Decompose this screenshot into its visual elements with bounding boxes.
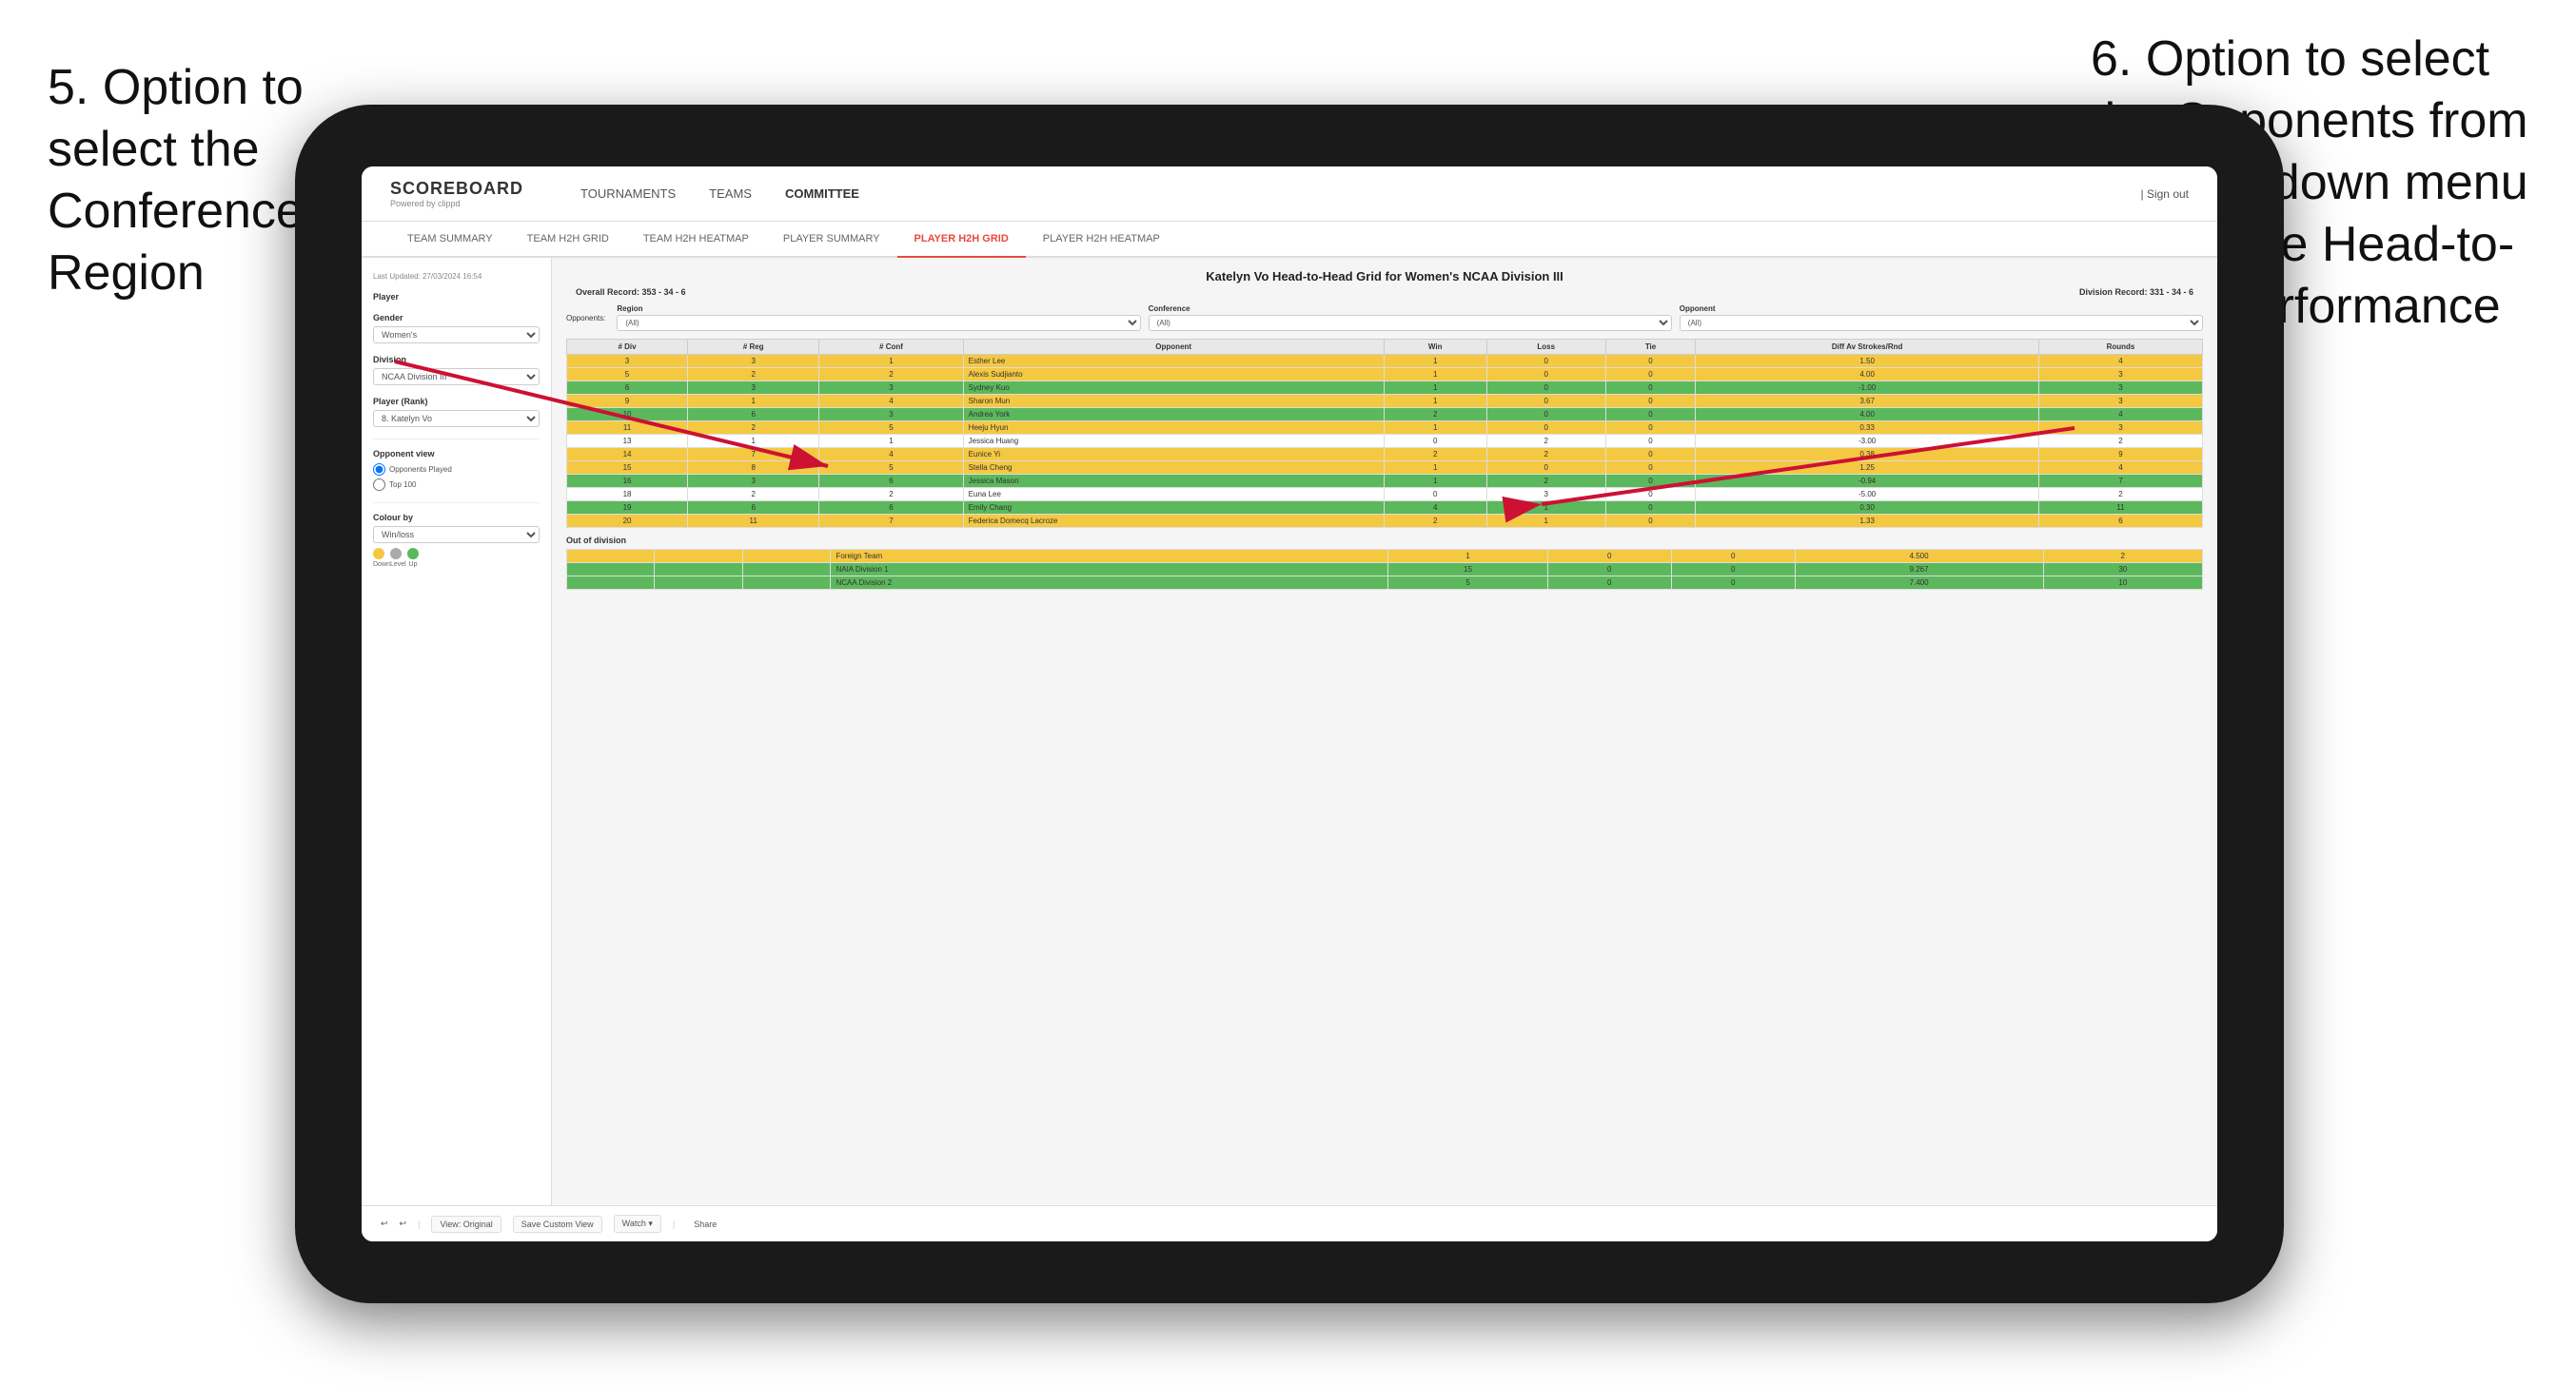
filter-region-group: Region (All) <box>617 304 1140 331</box>
sidebar-radio-group: Opponents Played Top 100 <box>373 463 540 491</box>
filter-opponent-label: Opponent <box>1680 304 2203 313</box>
col-win: Win <box>1384 340 1486 355</box>
table-row: 1125Heeju Hyun1000.333 <box>567 421 2203 435</box>
bottom-toolbar: ↩ ↩ | View: Original Save Custom View Wa… <box>552 1205 2217 1241</box>
filter-opponent-group: Opponent (All) <box>1680 304 2203 331</box>
sidebar: Last Updated: 27/03/2024 16:54 Player Ge… <box>362 258 552 1241</box>
subnav-team-summary[interactable]: TEAM SUMMARY <box>390 222 510 258</box>
sidebar-division-select[interactable]: NCAA Division III <box>373 368 540 385</box>
table-row: 1822Euna Lee030-5.002 <box>567 488 2203 501</box>
report-area: Katelyn Vo Head-to-Head Grid for Women's… <box>552 258 2217 1241</box>
dot-yellow <box>373 548 384 559</box>
table-row: 20117Federica Domecq Lacroze2101.336 <box>567 515 2203 528</box>
table-row: 1311Jessica Huang020-3.002 <box>567 435 2203 448</box>
sidebar-player-rank-select[interactable]: 8. Katelyn Vo <box>373 410 540 427</box>
opponents-label: Opponents: <box>566 314 605 322</box>
filter-conference-label: Conference <box>1149 304 1672 313</box>
subnav-player-summary[interactable]: PLAYER SUMMARY <box>766 222 897 258</box>
table-row: Foreign Team1004.5002 <box>567 550 2203 563</box>
share-btn[interactable]: Share <box>686 1217 724 1232</box>
sidebar-gender-label: Gender <box>373 313 540 322</box>
sidebar-player-section: Player <box>373 292 540 302</box>
sidebar-player-label: Player <box>373 292 540 302</box>
table-row: 1474Eunice Yi2200.389 <box>567 448 2203 461</box>
sidebar-colour-section: Colour by Win/loss Down Level Up <box>373 513 540 568</box>
table-row: 522Alexis Sudjianto1004.003 <box>567 368 2203 381</box>
sidebar-opponent-label: Opponent view <box>373 449 540 459</box>
dot-label-down: Down <box>373 561 384 568</box>
col-reg: # Reg <box>688 340 819 355</box>
table-row: NCAA Division 25007.40010 <box>567 576 2203 590</box>
out-division-label: Out of division <box>566 536 2203 545</box>
sidebar-updated: Last Updated: 27/03/2024 16:54 <box>373 272 540 281</box>
table-row: 1966Emily Chang4100.3011 <box>567 501 2203 515</box>
tablet-frame: SCOREBOARD Powered by clippd TOURNAMENTS… <box>295 105 2284 1303</box>
dot-label-level: Level <box>390 561 402 568</box>
filter-region-select[interactable]: (All) <box>617 315 1140 331</box>
dot-green <box>407 548 419 559</box>
nav-teams[interactable]: TEAMS <box>709 183 752 205</box>
subnav-player-h2h-heatmap[interactable]: PLAYER H2H HEATMAP <box>1026 222 1177 258</box>
table-row: 1585Stella Cheng1001.254 <box>567 461 2203 475</box>
filter-conference-select[interactable]: (All) <box>1149 315 1672 331</box>
sidebar-colour-label: Colour by <box>373 513 540 522</box>
filter-region-label: Region <box>617 304 1140 313</box>
table-row: NAIA Division 115009.26730 <box>567 563 2203 576</box>
overall-record: Overall Record: 353 - 34 - 6 <box>576 287 686 297</box>
sidebar-division-section: Division NCAA Division III <box>373 355 540 385</box>
nav-sign-out[interactable]: | Sign out <box>2141 187 2189 201</box>
sidebar-division-label: Division <box>373 355 540 364</box>
sidebar-top100-radio[interactable]: Top 100 <box>373 478 540 491</box>
nav-tournaments[interactable]: TOURNAMENTS <box>580 183 676 205</box>
sidebar-opponent-section: Opponent view Opponents Played Top 100 <box>373 449 540 491</box>
subnav-team-h2h-grid[interactable]: TEAM H2H GRID <box>510 222 626 258</box>
table-row: 914Sharon Mun1003.673 <box>567 395 2203 408</box>
report-title: Katelyn Vo Head-to-Head Grid for Women's… <box>566 269 2203 283</box>
table-row: 1063Andrea York2004.004 <box>567 408 2203 421</box>
sidebar-player-rank-label: Player (Rank) <box>373 397 540 406</box>
logo-sub: Powered by clippd <box>390 199 523 208</box>
sidebar-dot-labels: Down Level Up <box>373 561 540 568</box>
dot-label-up: Up <box>407 561 419 568</box>
col-opponent: Opponent <box>963 340 1384 355</box>
toolbar-sep-2: | <box>673 1220 675 1229</box>
table-row: 633Sydney Kuo100-1.003 <box>567 381 2203 395</box>
tablet-screen: SCOREBOARD Powered by clippd TOURNAMENTS… <box>362 166 2217 1241</box>
sidebar-colour-select[interactable]: Win/loss <box>373 526 540 543</box>
data-table: # Div # Reg # Conf Opponent Win Loss Tie… <box>566 339 2203 528</box>
table-row: 331Esther Lee1001.504 <box>567 355 2203 368</box>
out-division-table: Foreign Team1004.5002NAIA Division 11500… <box>566 549 2203 590</box>
watch-btn[interactable]: Watch ▾ <box>614 1215 661 1233</box>
filter-row: Opponents: Region (All) Conference (All) <box>566 304 2203 331</box>
subnav-player-h2h-grid[interactable]: PLAYER H2H GRID <box>897 222 1026 258</box>
table-row: 1636Jessica Mason120-0.947 <box>567 475 2203 488</box>
sub-nav: TEAM SUMMARY TEAM H2H GRID TEAM H2H HEAT… <box>362 222 2217 258</box>
nav-bar: SCOREBOARD Powered by clippd TOURNAMENTS… <box>362 166 2217 222</box>
main-content: Last Updated: 27/03/2024 16:54 Player Ge… <box>362 258 2217 1241</box>
nav-committee[interactable]: COMMITTEE <box>785 183 859 205</box>
report-records: Overall Record: 353 - 34 - 6 Division Re… <box>566 287 2203 297</box>
nav-items: TOURNAMENTS TEAMS COMMITTEE <box>580 183 2103 205</box>
sidebar-colour-dots <box>373 548 540 559</box>
subnav-team-h2h-heatmap[interactable]: TEAM H2H HEATMAP <box>626 222 766 258</box>
dot-gray <box>390 548 402 559</box>
col-diff: Diff Av Strokes/Rnd <box>1696 340 2039 355</box>
sidebar-gender-select[interactable]: Women's <box>373 326 540 343</box>
logo-text: SCOREBOARD <box>390 179 523 199</box>
col-loss: Loss <box>1486 340 1605 355</box>
col-conf: # Conf <box>819 340 963 355</box>
col-tie: Tie <box>1605 340 1696 355</box>
sidebar-player-rank-section: Player (Rank) 8. Katelyn Vo <box>373 397 540 427</box>
save-custom-btn[interactable]: Save Custom View <box>552 1216 602 1233</box>
division-record: Division Record: 331 - 34 - 6 <box>2079 287 2193 297</box>
col-rounds: Rounds <box>2038 340 2202 355</box>
sidebar-gender-section: Gender Women's <box>373 313 540 343</box>
sidebar-opponents-played-radio[interactable]: Opponents Played <box>373 463 540 476</box>
filter-conference-group: Conference (All) <box>1149 304 1672 331</box>
filter-opponent-select[interactable]: (All) <box>1680 315 2203 331</box>
logo-area: SCOREBOARD Powered by clippd <box>390 179 523 208</box>
col-div: # Div <box>567 340 688 355</box>
